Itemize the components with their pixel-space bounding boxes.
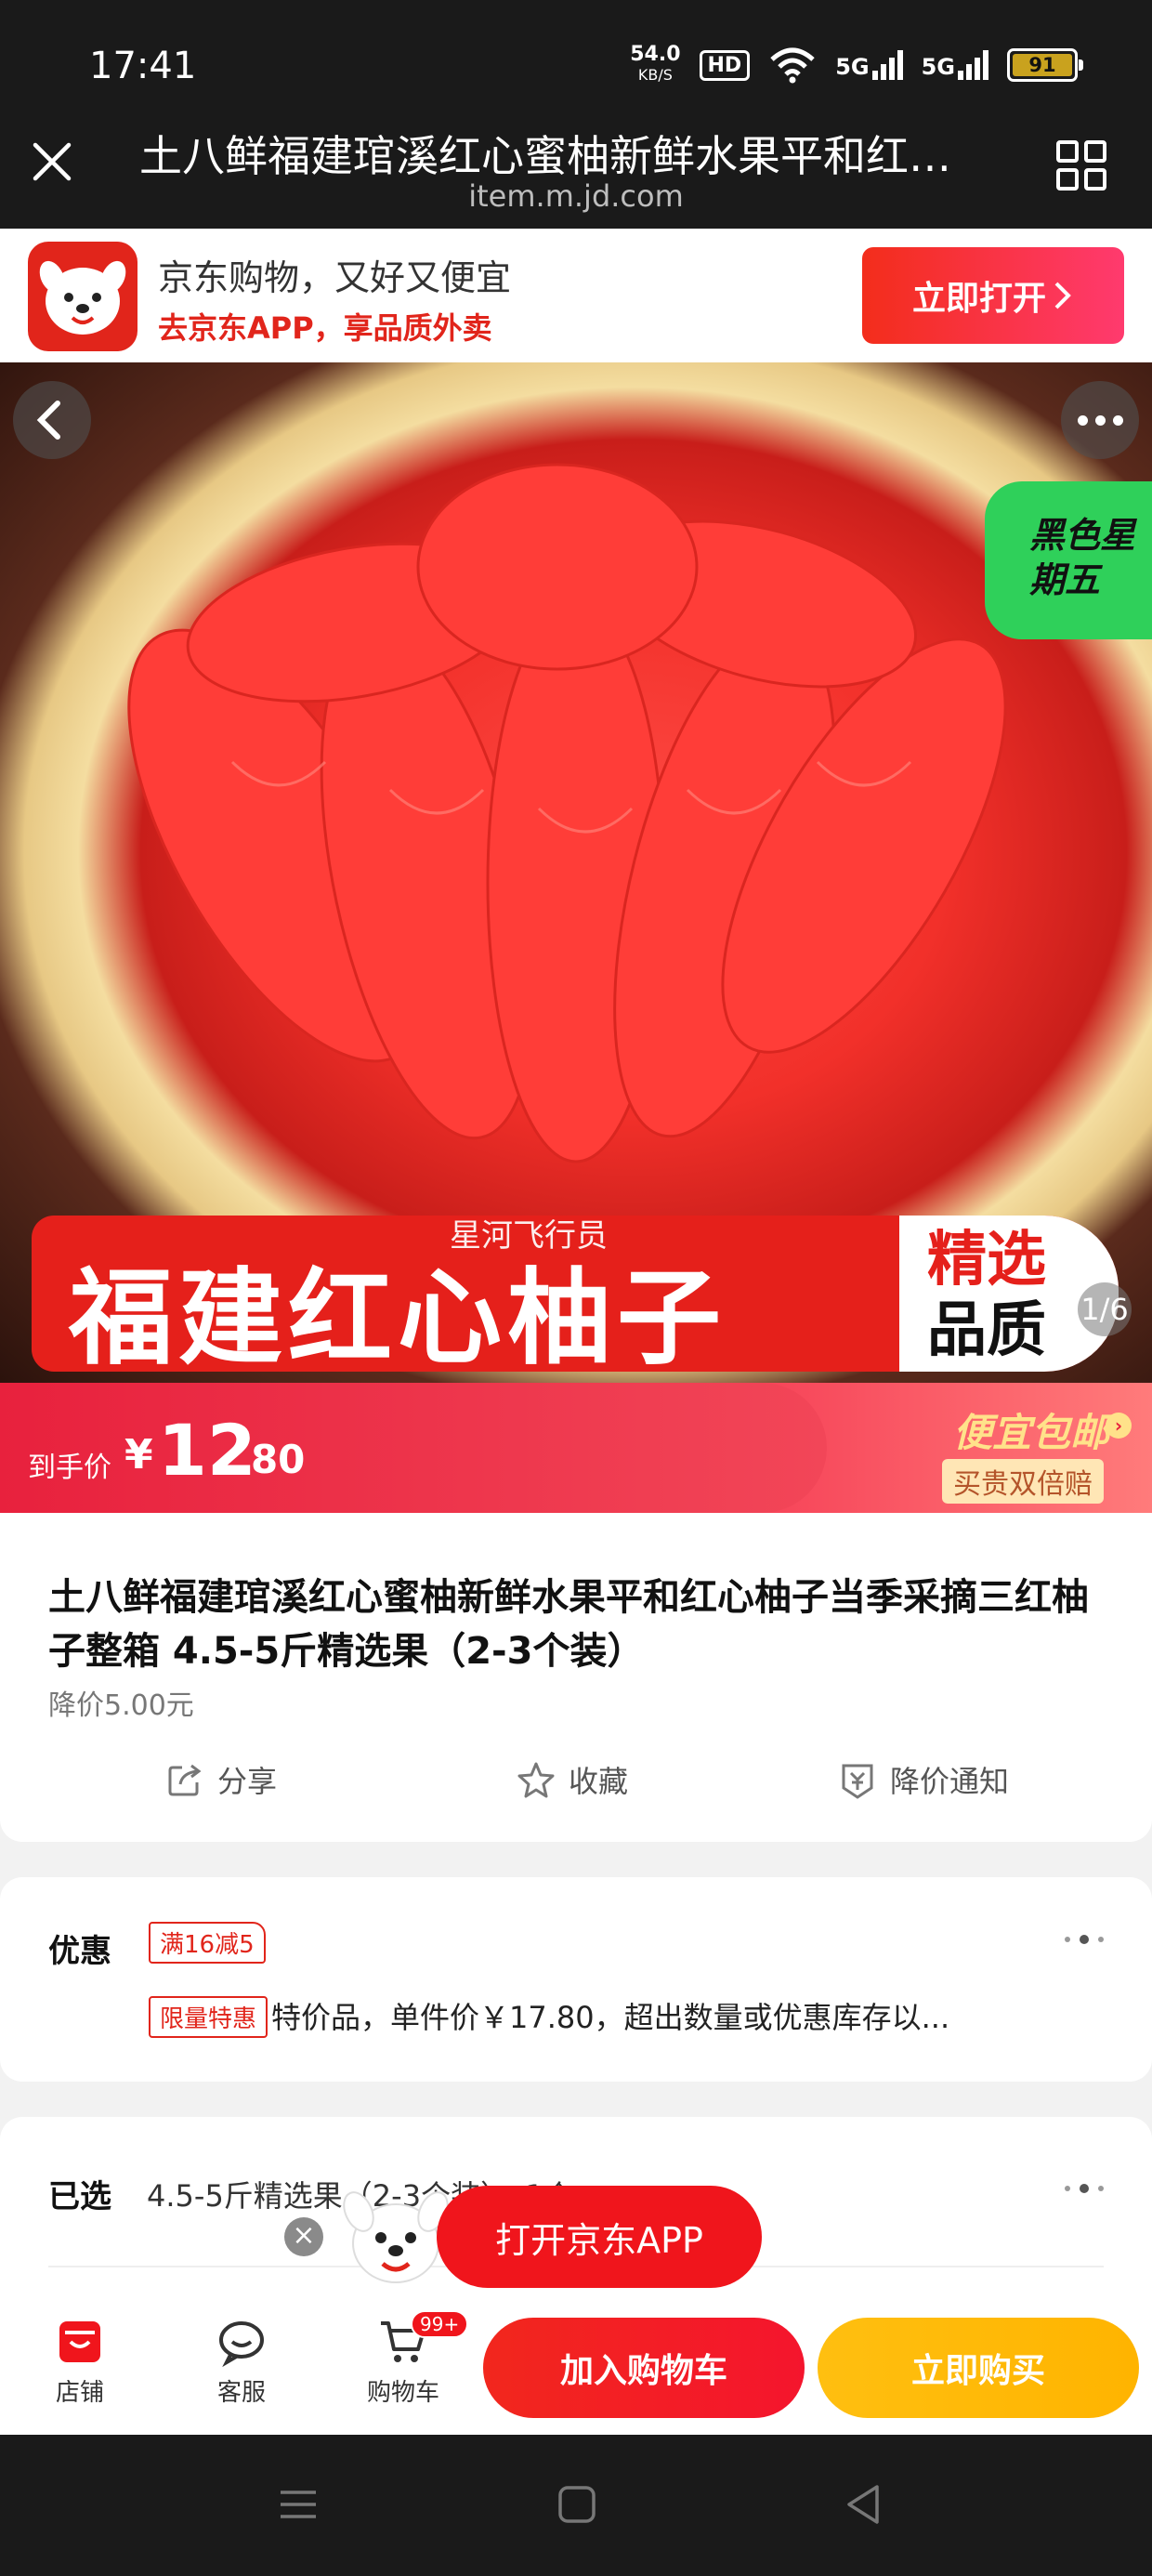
- close-float-button[interactable]: ×: [284, 2217, 323, 2256]
- grid-icon[interactable]: [1055, 139, 1107, 191]
- screen: 17:41 54.0 KB/S HD 5G 5G 91 土八鲜福建琯溪红心蜜柚新…: [0, 0, 1152, 2576]
- black-friday-badge: 黑色星期五: [985, 481, 1152, 639]
- favorite-label: 收藏: [569, 1764, 629, 1799]
- battery-level: 91: [1013, 54, 1072, 76]
- limited-offer-tag: 限量特惠: [149, 1996, 268, 2038]
- sim2-label: 5G: [921, 54, 955, 80]
- quality-line2: 品质: [927, 1296, 1046, 1365]
- signal-sim1-icon: 5G: [835, 50, 903, 80]
- store-label: 店铺: [55, 2379, 104, 2407]
- price-drop: 降价5.00元: [48, 1689, 194, 1722]
- star-icon: [517, 1762, 555, 1798]
- back-button[interactable]: [13, 381, 91, 459]
- status-icons: 54.0 KB/S HD 5G 5G 91: [630, 45, 1083, 85]
- discount-tag: 满16减5: [149, 1922, 266, 1964]
- home-icon[interactable]: [554, 2481, 600, 2528]
- image-watermark: 星河飞行员: [450, 1217, 608, 1255]
- battery-icon: 91: [1007, 48, 1083, 82]
- app-promo-banner[interactable]: 京东购物，又好又便宜 去京东APP，享品质外卖 立即打开: [0, 229, 1152, 362]
- banner-subslogan: 去京东APP，享品质外卖: [158, 310, 492, 346]
- system-nav-bar: [0, 2435, 1152, 2576]
- product-info-card: 土八鲜福建琯溪红心蜜柚新鲜水果平和红心柚子当季采摘三红柚子整箱 4.5-5斤精选…: [0, 1513, 1152, 1842]
- buy-now-button[interactable]: 立即购买: [818, 2318, 1139, 2418]
- more-dot-icon: [1094, 414, 1106, 426]
- cart-count-badge: 99+: [411, 2310, 469, 2338]
- price-alert-icon: [842, 1764, 873, 1799]
- open-app-button[interactable]: 立即打开: [862, 247, 1124, 344]
- signal-sim2-icon: 5G: [922, 50, 988, 80]
- page-title: 土八鲜福建琯溪红心蜜柚新鲜水果平和红…: [139, 131, 951, 181]
- status-bar: 17:41 54.0 KB/S HD 5G 5G 91: [0, 0, 1152, 112]
- price-alert-button[interactable]: 降价通知: [838, 1758, 1009, 1801]
- add-to-cart-button[interactable]: 加入购物车: [483, 2318, 805, 2418]
- close-icon[interactable]: [30, 139, 74, 184]
- jd-mascot-icon: [39, 260, 126, 335]
- free-shipping-promo[interactable]: 便宜包邮: [953, 1401, 1109, 1458]
- share-label: 分享: [217, 1764, 278, 1799]
- store-icon: [59, 2321, 100, 2362]
- network-speed: 54.0 KB/S: [630, 45, 680, 85]
- promotion-label: 优惠: [48, 1933, 111, 1970]
- favorite-button[interactable]: 收藏: [517, 1758, 628, 1801]
- price-alert-label: 降价通知: [890, 1764, 1010, 1799]
- customer-service-button[interactable]: 客服: [186, 2316, 297, 2408]
- product-title: 土八鲜福建琯溪红心蜜柚新鲜水果平和红心柚子当季采摘三红柚子整箱 4.5-5斤精选…: [48, 1576, 1089, 1673]
- store-button[interactable]: 店铺: [24, 2316, 136, 2408]
- status-time: 17:41: [89, 45, 197, 87]
- back-icon[interactable]: [840, 2481, 886, 2528]
- cart-label: 购物车: [366, 2379, 439, 2407]
- product-image-carousel[interactable]: 黑色星期五 福建红心柚子 精选 品质 星河飞行员 1/6: [0, 362, 1152, 1383]
- open-app-label: 立即打开: [911, 280, 1046, 318]
- more-dot-icon: [1112, 414, 1123, 426]
- chevron-left-icon: [36, 401, 60, 440]
- chevron-right-icon: [1054, 282, 1071, 309]
- customer-service-label: 客服: [216, 2379, 266, 2407]
- more-icon[interactable]: [1065, 1935, 1104, 1944]
- browser-title-bar: 土八鲜福建琯溪红心蜜柚新鲜水果平和红… item.m.jd.com: [0, 112, 1152, 229]
- share-icon: [168, 1764, 202, 1796]
- share-button[interactable]: 分享: [165, 1758, 277, 1801]
- more-options-button[interactable]: [1061, 381, 1139, 459]
- price-strip: 到手价 ¥ 12 .80 便宜包邮 › 买贵双倍赔: [0, 1383, 1152, 1513]
- open-jd-app-button[interactable]: 打开京东APP: [437, 2186, 762, 2288]
- image-banner-text: 福建红心柚子: [69, 1258, 727, 1379]
- promotion-description: 特价品，单件价￥17.80，超出数量或优惠库存以...: [271, 2000, 950, 2035]
- network-speed-value: 54.0: [630, 43, 681, 66]
- bottom-action-bar: 店铺 客服 99+ 购物车 加入购物车 立即购买: [0, 2303, 1152, 2435]
- price-decimal: .80: [236, 1437, 306, 1482]
- menu-icon[interactable]: [275, 2481, 321, 2528]
- image-counter: 1/6: [1078, 1282, 1132, 1336]
- price-label: 到手价: [28, 1452, 111, 1484]
- network-speed-unit: KB/S: [637, 66, 673, 84]
- jd-logo: [28, 242, 137, 351]
- price-currency: ¥: [124, 1431, 153, 1479]
- more-dot-icon: [1077, 414, 1088, 426]
- banner-slogan: 京东购物，又好又便宜: [158, 257, 512, 298]
- quality-line1: 精选: [927, 1226, 1046, 1295]
- chat-icon: [219, 2321, 264, 2368]
- selected-label: 已选: [48, 2178, 111, 2215]
- sim1-label: 5G: [835, 54, 870, 80]
- promotion-card[interactable]: 优惠 满16减5 限量特惠 特价品，单件价￥17.80，超出数量或优惠库存以..…: [0, 1877, 1152, 2082]
- chevron-right-icon[interactable]: ›: [1106, 1413, 1132, 1439]
- wifi-icon: [770, 47, 815, 84]
- price-guarantee: 买贵双倍赔: [942, 1459, 1104, 1504]
- product-actions: 分享 收藏 降价通知: [0, 1758, 1152, 1814]
- more-icon[interactable]: [1065, 2184, 1104, 2193]
- cart-button[interactable]: 99+ 购物车: [347, 2310, 469, 2408]
- page-url: item.m.jd.com: [468, 178, 684, 214]
- hd-icon: HD: [699, 49, 751, 81]
